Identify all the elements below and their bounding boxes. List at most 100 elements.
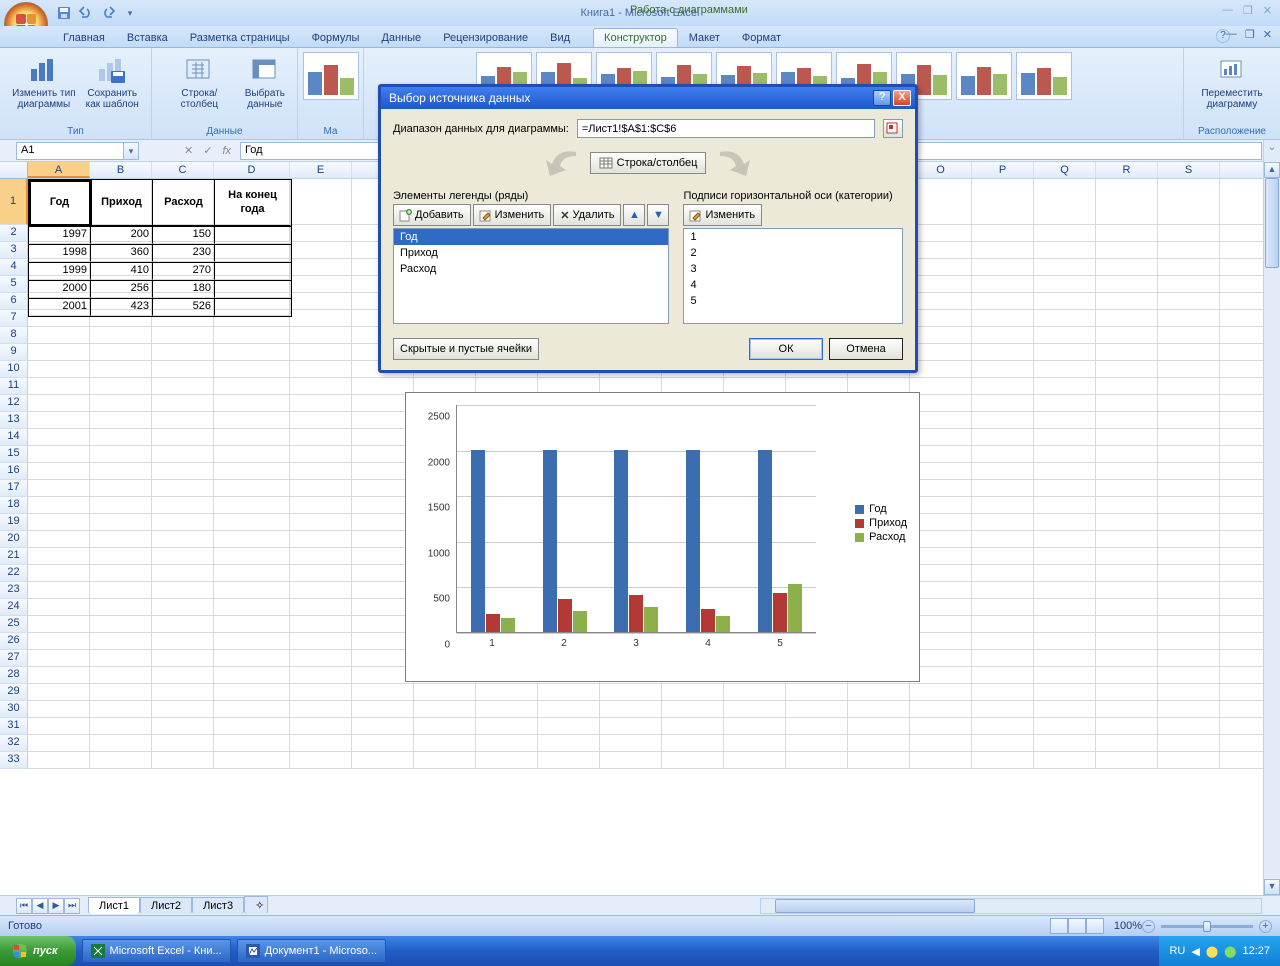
switch-row-column-button[interactable]: Строка/столбец: [160, 52, 239, 112]
cell[interactable]: [1158, 276, 1220, 293]
cell[interactable]: [152, 735, 214, 752]
edit-axis-button[interactable]: Изменить: [683, 204, 762, 226]
chart-bar[interactable]: [629, 595, 643, 632]
cell[interactable]: [1096, 531, 1158, 548]
cell-a1[interactable]: Год: [29, 180, 91, 226]
cell[interactable]: [1034, 463, 1096, 480]
cell[interactable]: [152, 667, 214, 684]
cell[interactable]: [972, 667, 1034, 684]
cell[interactable]: [214, 531, 290, 548]
category-item[interactable]: 2: [684, 245, 902, 261]
cell[interactable]: [848, 684, 910, 701]
cell[interactable]: [1158, 531, 1220, 548]
cell[interactable]: [1158, 616, 1220, 633]
cell[interactable]: [414, 684, 476, 701]
cell[interactable]: [1158, 310, 1220, 327]
row-header[interactable]: 26: [0, 633, 28, 650]
cell[interactable]: [1034, 684, 1096, 701]
cell[interactable]: [972, 582, 1034, 599]
cell[interactable]: [290, 378, 352, 395]
cell[interactable]: [290, 565, 352, 582]
cell[interactable]: [290, 531, 352, 548]
cell[interactable]: [848, 718, 910, 735]
cell[interactable]: [1034, 344, 1096, 361]
cell[interactable]: [972, 242, 1034, 259]
cell[interactable]: [290, 752, 352, 769]
cell[interactable]: [90, 497, 152, 514]
cell[interactable]: [214, 480, 290, 497]
cell[interactable]: [972, 429, 1034, 446]
cell[interactable]: [152, 701, 214, 718]
cell[interactable]: [1158, 259, 1220, 276]
cell[interactable]: [214, 361, 290, 378]
tab-formulas[interactable]: Формулы: [301, 28, 371, 47]
row-header[interactable]: 20: [0, 531, 28, 548]
row-header[interactable]: 31: [0, 718, 28, 735]
cell[interactable]: [28, 446, 90, 463]
edit-series-button[interactable]: Изменить: [473, 204, 552, 226]
undo-icon[interactable]: [78, 5, 94, 21]
cell[interactable]: [1096, 582, 1158, 599]
cell[interactable]: [90, 684, 152, 701]
cell[interactable]: [152, 718, 214, 735]
change-chart-type-button[interactable]: Изменить тип диаграммы: [8, 52, 79, 112]
cell[interactable]: [1158, 242, 1220, 259]
cell[interactable]: [90, 463, 152, 480]
cell[interactable]: [214, 599, 290, 616]
cell[interactable]: [538, 684, 600, 701]
cell[interactable]: [972, 752, 1034, 769]
cell[interactable]: [1158, 378, 1220, 395]
cell[interactable]: [972, 599, 1034, 616]
cell[interactable]: [1158, 429, 1220, 446]
cell[interactable]: [290, 633, 352, 650]
cell[interactable]: [152, 463, 214, 480]
cell[interactable]: [972, 259, 1034, 276]
cell[interactable]: [1158, 179, 1220, 225]
cell[interactable]: [214, 616, 290, 633]
cell[interactable]: Приход: [91, 180, 153, 226]
sheet-nav-last-icon[interactable]: ⏭: [64, 898, 80, 914]
chart-bar[interactable]: [573, 611, 587, 632]
cell[interactable]: [28, 633, 90, 650]
cell[interactable]: 423: [91, 299, 153, 316]
cell[interactable]: [1034, 497, 1096, 514]
row-header[interactable]: 8: [0, 327, 28, 344]
chart-bar[interactable]: [558, 599, 572, 632]
row-header[interactable]: 2: [0, 225, 28, 242]
cell[interactable]: [1096, 599, 1158, 616]
cell[interactable]: [910, 735, 972, 752]
scroll-thumb[interactable]: [1265, 178, 1279, 268]
cell[interactable]: [972, 497, 1034, 514]
cell[interactable]: [600, 718, 662, 735]
cell[interactable]: [290, 684, 352, 701]
cell[interactable]: [972, 684, 1034, 701]
cell[interactable]: [972, 344, 1034, 361]
sheet-nav-prev-icon[interactable]: ◀: [32, 898, 48, 914]
cell[interactable]: 200: [91, 227, 153, 244]
cell[interactable]: [1158, 735, 1220, 752]
cell[interactable]: [1096, 429, 1158, 446]
cell[interactable]: [1034, 701, 1096, 718]
column-header[interactable]: A: [28, 162, 90, 178]
cell[interactable]: [214, 650, 290, 667]
chart-bar[interactable]: [686, 450, 700, 632]
cell[interactable]: [1158, 480, 1220, 497]
cell[interactable]: [1096, 616, 1158, 633]
cell[interactable]: [90, 327, 152, 344]
cell[interactable]: [1158, 752, 1220, 769]
cell[interactable]: [28, 599, 90, 616]
row-header[interactable]: 29: [0, 684, 28, 701]
cell[interactable]: [600, 735, 662, 752]
row-header[interactable]: 17: [0, 480, 28, 497]
cell[interactable]: [290, 310, 352, 327]
column-header[interactable]: R: [1096, 162, 1158, 178]
cell[interactable]: [352, 735, 414, 752]
cell[interactable]: [538, 752, 600, 769]
cell[interactable]: [1158, 446, 1220, 463]
row-header[interactable]: 3: [0, 242, 28, 259]
cell[interactable]: [538, 735, 600, 752]
cell[interactable]: [972, 361, 1034, 378]
column-header[interactable]: D: [214, 162, 290, 178]
cell[interactable]: [28, 429, 90, 446]
cell[interactable]: [214, 548, 290, 565]
